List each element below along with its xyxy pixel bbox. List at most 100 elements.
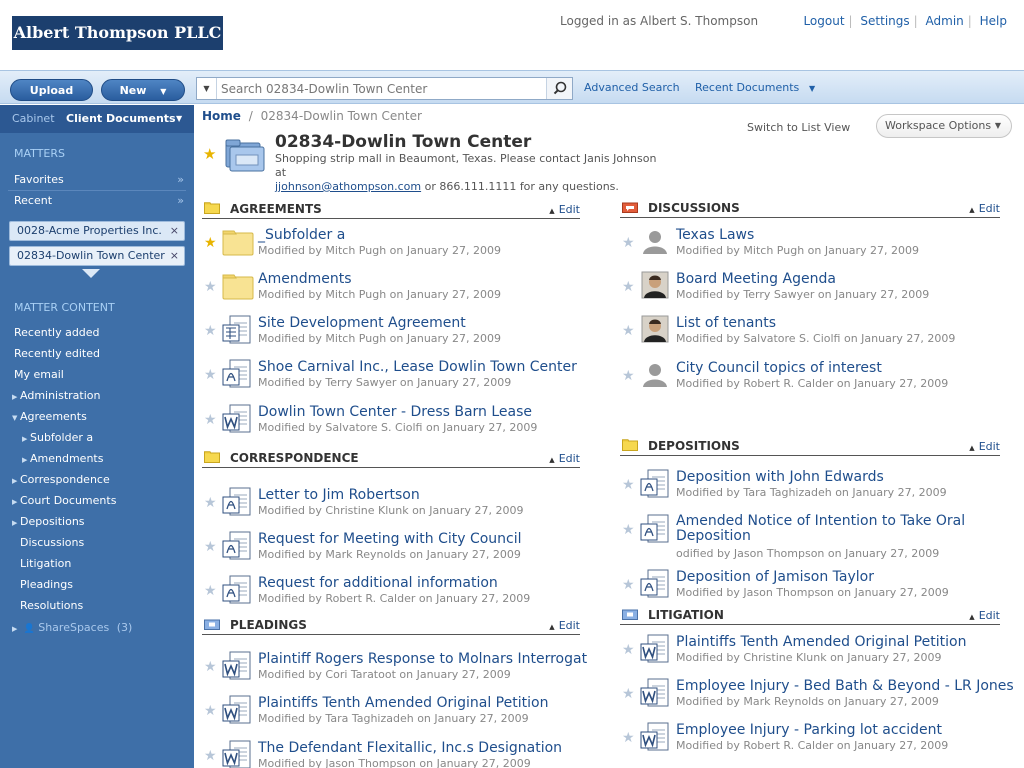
upload-button[interactable]: Upload xyxy=(10,79,93,101)
document-item: ★ Dowlin Town Center - Dress Barn Lease Mo… xyxy=(202,404,610,444)
section-title: CORRESPONDENCE xyxy=(230,451,359,465)
document-item: ★ Amended Notice of Intention to Take Ora… xyxy=(620,514,1024,561)
edit-link[interactable]: ▲ Edit xyxy=(969,437,1000,458)
sidebar-item-correspondence[interactable]: ▶ Correspondence xyxy=(12,471,182,489)
document-item: ★ City Council topics of interest Modified… xyxy=(620,360,1024,400)
document-title-link[interactable]: Texas Laws xyxy=(676,227,754,243)
close-icon[interactable]: × xyxy=(170,222,179,240)
breadcrumb-home[interactable]: Home xyxy=(202,109,241,123)
favorite-star-icon[interactable]: ★ xyxy=(622,477,635,493)
settings-link[interactable]: Settings xyxy=(860,14,909,28)
favorite-star-icon[interactable]: ★ xyxy=(204,235,217,251)
sidebar-item-litigation[interactable]: Litigation xyxy=(12,555,182,573)
sidebar-item-depositions[interactable]: ▶ Depositions xyxy=(12,513,182,531)
favorite-star-icon[interactable]: ★ xyxy=(204,748,217,764)
document-title-link[interactable]: Plaintiffs Tenth Amended Original Petiti… xyxy=(676,634,966,650)
contact-email-link[interactable]: jjohnson@athompson.com xyxy=(275,180,421,193)
sidebar-item-sharespaces[interactable]: ▶ 👤 ShareSpaces (3) xyxy=(12,619,182,637)
document-title-link[interactable]: List of tenants xyxy=(676,315,776,331)
document-title-link[interactable]: Employee Injury - Bed Bath & Beyond - LR… xyxy=(676,678,1014,694)
document-title-link[interactable]: Plaintiffs Tenth Amended Original Petiti… xyxy=(258,695,548,711)
new-button[interactable]: New ▼ xyxy=(101,79,185,101)
favorite-star-icon[interactable]: ★ xyxy=(204,367,217,383)
pdf-doc-icon xyxy=(640,569,672,599)
sidebar-item-court-documents[interactable]: ▶ Court Documents xyxy=(12,492,182,510)
sidebar-item-recent[interactable]: Recent » xyxy=(14,192,184,210)
sidebar-item-favorites[interactable]: Favorites » xyxy=(14,171,184,189)
favorite-star-icon[interactable]: ★ xyxy=(622,323,635,339)
firm-logo[interactable]: Albert Thompson PLLC xyxy=(12,16,223,50)
favorite-star-icon[interactable]: ★ xyxy=(204,659,217,675)
favorite-star-icon[interactable]: ★ xyxy=(622,235,635,251)
sidebar-item-discussions[interactable]: Discussions xyxy=(12,534,182,552)
chevron-down-icon[interactable]: ▼ xyxy=(809,84,815,93)
sidebar-item-resolutions[interactable]: Resolutions xyxy=(12,597,182,615)
sidebar-item-recently-edited[interactable]: Recently edited xyxy=(14,345,184,363)
favorite-star-icon[interactable]: ★ xyxy=(204,412,217,428)
matter-chip-acme[interactable]: 0028-Acme Properties Inc. × xyxy=(9,221,185,241)
recent-documents-link[interactable]: Recent Documents xyxy=(695,81,799,94)
help-link[interactable]: Help xyxy=(980,14,1007,28)
favorite-star-icon[interactable]: ★ xyxy=(204,495,217,511)
edit-link[interactable]: ▲ Edit xyxy=(549,449,580,470)
expand-arrow-icon: ▶ xyxy=(12,498,18,506)
favorite-star-icon[interactable]: ★ xyxy=(204,539,217,555)
favorite-star-icon[interactable]: ★ xyxy=(622,730,635,746)
sidebar-item-label: Depositions xyxy=(20,515,85,528)
document-title-link[interactable]: Letter to Jim Robertson xyxy=(258,487,420,503)
advanced-search-link[interactable]: Advanced Search xyxy=(584,81,680,94)
document-title-link[interactable]: Request for additional information xyxy=(258,575,498,591)
cabinet-selector[interactable]: Cabinet Client Documents ▼ xyxy=(0,105,194,133)
word-doc-icon xyxy=(640,722,672,752)
edit-link[interactable]: ▲ Edit xyxy=(549,200,580,221)
search-input[interactable] xyxy=(221,79,541,98)
document-title-link[interactable]: Board Meeting Agenda xyxy=(676,271,836,287)
chevron-down-icon: ▼ xyxy=(994,121,1001,130)
sidebar-item-recently-added[interactable]: Recently added xyxy=(14,324,184,342)
favorite-star-icon[interactable]: ★ xyxy=(622,577,635,593)
document-meta: Modified by Salvatore S. Ciolfi on Janua… xyxy=(676,332,956,345)
document-title-link[interactable]: Deposition of Jamison Taylor xyxy=(676,569,874,585)
favorite-star-icon[interactable]: ★ xyxy=(622,368,635,384)
favorite-star-icon[interactable]: ★ xyxy=(204,703,217,719)
favorite-star-icon[interactable]: ★ xyxy=(622,642,635,658)
document-title-link[interactable]: Dowlin Town Center - Dress Barn Lease xyxy=(258,404,532,420)
favorite-star-icon[interactable]: ★ xyxy=(204,583,217,599)
favorite-star-icon[interactable]: ★ xyxy=(204,279,217,295)
sidebar-item-agreements[interactable]: ▼ Agreements xyxy=(12,408,182,426)
search-scope-dropdown[interactable]: ▼ xyxy=(197,78,217,99)
document-title-link[interactable]: Plaintiff Rogers Response to Molnars Int… xyxy=(258,651,587,667)
switch-to-list-view-link[interactable]: Switch to List View xyxy=(747,121,850,134)
document-title-link[interactable]: Site Development Agreement xyxy=(258,315,466,331)
edit-link[interactable]: ▲ Edit xyxy=(969,199,1000,220)
document-title-link[interactable]: Shoe Carnival Inc., Lease Dowlin Town Ce… xyxy=(258,359,577,375)
document-title-link[interactable]: Employee Injury - Parking lot accident xyxy=(676,722,942,738)
document-title-link[interactable]: Deposition with John Edwards xyxy=(676,469,884,485)
sidebar-item-my-email[interactable]: My email xyxy=(14,366,184,384)
workspace-options-button[interactable]: Workspace Options ▼ xyxy=(876,114,1012,138)
favorite-star-icon[interactable]: ★ xyxy=(204,323,217,339)
edit-link[interactable]: ▲ Edit xyxy=(969,606,1000,627)
admin-link[interactable]: Admin xyxy=(926,14,964,28)
sidebar-item-administration[interactable]: ▶ Administration xyxy=(12,387,182,405)
sidebar-item-amendments[interactable]: ▶ Amendments xyxy=(22,450,192,468)
document-title-link[interactable]: City Council topics of interest xyxy=(676,360,882,376)
document-title-link[interactable]: Amended Notice of Intention to Take Oral… xyxy=(676,514,976,544)
document-title-link[interactable]: The Defendant Flexitallic, Inc.s Designa… xyxy=(258,740,562,756)
favorite-star-icon[interactable]: ★ xyxy=(622,279,635,295)
document-meta: Modified by Salvatore S. Ciolfi on Janua… xyxy=(258,421,538,434)
favorite-star-icon[interactable]: ★ xyxy=(622,522,635,538)
logout-link[interactable]: Logout xyxy=(803,14,844,28)
sidebar-item-subfolder-a[interactable]: ▶ Subfolder a xyxy=(22,429,192,447)
page-title: 02834-Dowlin Town Center xyxy=(275,132,532,152)
document-title-link[interactable]: Request for Meeting with City Council xyxy=(258,531,522,547)
search-button[interactable] xyxy=(546,78,572,99)
document-title-link[interactable]: _Subfolder a xyxy=(258,227,345,243)
favorite-star-icon[interactable]: ★ xyxy=(203,145,216,163)
edit-link[interactable]: ▲ Edit xyxy=(549,616,580,637)
matter-chip-dowlin[interactable]: 02834-Dowlin Town Center × xyxy=(9,246,185,266)
sidebar-item-pleadings[interactable]: Pleadings xyxy=(12,576,182,594)
document-title-link[interactable]: Amendments xyxy=(258,271,352,287)
favorite-star-icon[interactable]: ★ xyxy=(622,686,635,702)
close-icon[interactable]: × xyxy=(170,247,179,265)
